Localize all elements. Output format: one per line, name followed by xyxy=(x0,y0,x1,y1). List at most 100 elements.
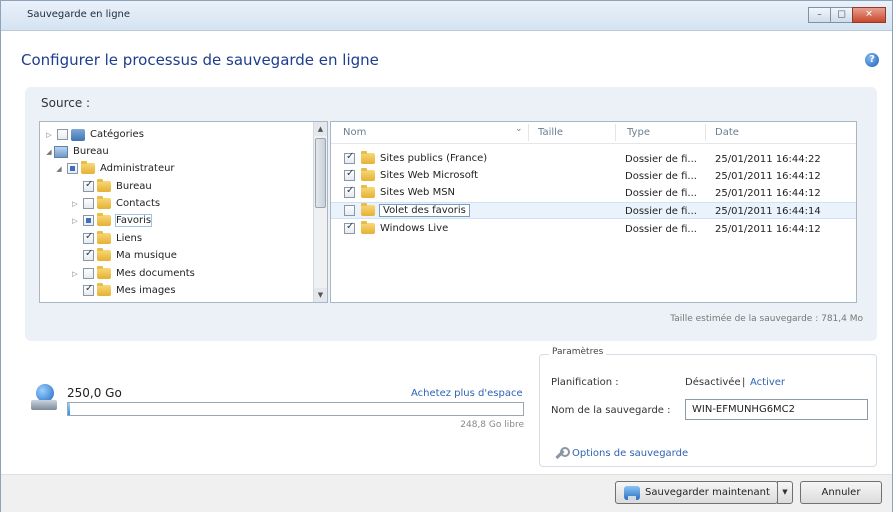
file-date: 25/01/2011 16:44:14 xyxy=(715,206,821,217)
tree-checkbox[interactable] xyxy=(83,268,94,279)
folder-tree[interactable]: ▷ Catégories ◢ Bureau ◢ Administrateur Bureau ▷… xyxy=(39,121,328,303)
maximize-button[interactable]: □ xyxy=(830,7,853,23)
backup-options-label: Options de sauvegarde xyxy=(572,447,689,459)
tree-item[interactable]: Mes images xyxy=(70,282,176,299)
minimize-icon: – xyxy=(817,9,822,20)
expand-arrow-icon[interactable]: ◢ xyxy=(44,148,54,156)
page-title: Configurer le processus de sauvegarde en… xyxy=(21,51,379,69)
buy-space-link[interactable]: Achetez plus d'espace xyxy=(411,388,523,399)
tree-item-label: Administrateur xyxy=(100,163,175,174)
file-checkbox[interactable] xyxy=(344,185,355,198)
storage-usage-fill xyxy=(68,403,71,415)
folder-icon xyxy=(361,151,375,164)
column-divider xyxy=(705,124,706,141)
folder-icon xyxy=(97,213,111,226)
tree-checkbox[interactable] xyxy=(83,283,94,296)
column-divider xyxy=(528,124,529,141)
file-checkbox[interactable] xyxy=(344,151,355,164)
scroll-down-icon[interactable]: ▼ xyxy=(314,288,327,302)
file-name: Windows Live xyxy=(380,223,449,234)
tree-item[interactable]: ▷ Contacts xyxy=(70,195,160,212)
file-row[interactable]: Sites Web Microsoft Dossier de fi... 25/01… xyxy=(331,168,856,185)
column-date[interactable]: Date xyxy=(715,127,739,138)
tree-item[interactable]: Liens xyxy=(70,230,142,247)
cancel-button[interactable]: Annuler xyxy=(800,481,882,504)
title-bar[interactable]: Sauvegarde en ligne – □ ✕ xyxy=(1,1,892,31)
backup-options-link[interactable]: Options de sauvegarde xyxy=(554,447,688,459)
storage-usage-bar xyxy=(67,402,524,416)
estimated-size: Taille estimée de la sauvegarde : 781,4 … xyxy=(670,314,863,324)
file-row[interactable]: Sites Web MSN Dossier de fi... 25/01/2011 … xyxy=(331,185,856,202)
activate-schedule-link[interactable]: Activer xyxy=(750,377,785,388)
tree-item-label: Favoris xyxy=(114,214,153,227)
expand-arrow-icon[interactable]: ▷ xyxy=(70,217,80,225)
tree-item-label: Mes images xyxy=(116,285,176,296)
window-title: Sauvegarde en ligne xyxy=(27,9,131,20)
file-row[interactable]: Windows Live Dossier de fi... 25/01/2011 1… xyxy=(331,221,856,238)
scroll-thumb[interactable] xyxy=(315,138,326,208)
backup-name-input[interactable] xyxy=(685,399,868,420)
folder-icon xyxy=(361,203,375,216)
tree-item[interactable]: ▷ Favoris xyxy=(70,212,153,229)
schedule-label: Planification : xyxy=(551,377,619,388)
categories-icon xyxy=(71,128,85,141)
file-checkbox[interactable] xyxy=(344,168,355,181)
wrench-icon xyxy=(554,447,570,459)
file-name-cell: Sites Web Microsoft xyxy=(341,168,478,181)
file-type: Dossier de fi... xyxy=(625,171,697,182)
tree-checkbox[interactable] xyxy=(83,248,94,261)
column-name[interactable]: Nom xyxy=(343,127,366,138)
tree-checkbox[interactable] xyxy=(67,163,78,174)
tree-item-label: Mes documents xyxy=(116,268,195,279)
tree-checkbox[interactable] xyxy=(83,179,94,192)
folder-icon xyxy=(97,196,111,209)
tree-checkbox[interactable] xyxy=(83,215,94,226)
tree-scrollbar[interactable]: ▲ ▼ xyxy=(313,122,327,302)
file-name-cell: Windows Live xyxy=(341,221,449,234)
tree-item-label: Liens xyxy=(116,233,143,244)
tree-checkbox[interactable] xyxy=(83,198,94,209)
tree-item-label: Catégories xyxy=(90,129,144,140)
online-backup-icon xyxy=(624,485,640,501)
tree-item[interactable]: Bureau xyxy=(70,178,152,195)
column-type[interactable]: Type xyxy=(627,127,650,138)
expand-arrow-icon[interactable]: ▷ xyxy=(70,270,80,278)
file-list-header: Nom ⌄ Taille Type Date xyxy=(331,122,856,144)
expand-arrow-icon[interactable]: ▷ xyxy=(70,200,80,208)
file-row[interactable]: Volet des favoris Dossier de fi... 25/01/2… xyxy=(331,202,856,219)
column-size[interactable]: Taille xyxy=(538,127,563,138)
file-name: Volet des favoris xyxy=(379,204,470,217)
file-checkbox[interactable] xyxy=(344,205,355,216)
tree-checkbox[interactable] xyxy=(57,129,68,140)
expand-arrow-icon[interactable]: ▷ xyxy=(44,131,54,139)
help-icon[interactable]: ? xyxy=(865,53,879,67)
file-checkbox[interactable] xyxy=(344,221,355,234)
folder-icon xyxy=(97,266,111,279)
close-button[interactable]: ✕ xyxy=(852,7,886,23)
tree-item[interactable]: ▷ Catégories xyxy=(44,126,144,143)
minimize-button[interactable]: – xyxy=(808,7,831,23)
file-date: 25/01/2011 16:44:12 xyxy=(715,188,821,199)
window-controls: – □ ✕ xyxy=(808,7,886,23)
folder-icon xyxy=(361,185,375,198)
file-row[interactable]: Sites publics (France) Dossier de fi... 25… xyxy=(331,151,856,168)
tree-item[interactable]: Ma musique xyxy=(70,247,177,264)
tree-checkbox[interactable] xyxy=(83,231,94,244)
tree-item[interactable]: ▷ Mes documents xyxy=(70,265,195,282)
file-list[interactable]: Nom ⌄ Taille Type Date Sites publics (Fr… xyxy=(330,121,857,303)
storage-total: 250,0 Go xyxy=(67,386,122,400)
file-name-cell: Sites publics (France) xyxy=(341,151,487,164)
tree-item-label: Bureau xyxy=(73,146,109,157)
file-type: Dossier de fi... xyxy=(625,154,697,165)
folder-icon xyxy=(97,248,111,261)
tree-item-label: Contacts xyxy=(116,198,161,209)
folder-icon xyxy=(97,283,111,296)
folder-icon xyxy=(361,221,375,234)
file-date: 25/01/2011 16:44:12 xyxy=(715,224,821,235)
tree-item[interactable]: ◢ Administrateur xyxy=(54,160,175,177)
scroll-up-icon[interactable]: ▲ xyxy=(314,122,327,136)
backup-now-button[interactable]: Sauvegarder maintenant xyxy=(615,481,778,504)
expand-arrow-icon[interactable]: ◢ xyxy=(54,165,64,173)
backup-options-dropdown[interactable]: ▼ xyxy=(777,481,793,504)
tree-item[interactable]: ◢ Bureau xyxy=(44,143,109,160)
